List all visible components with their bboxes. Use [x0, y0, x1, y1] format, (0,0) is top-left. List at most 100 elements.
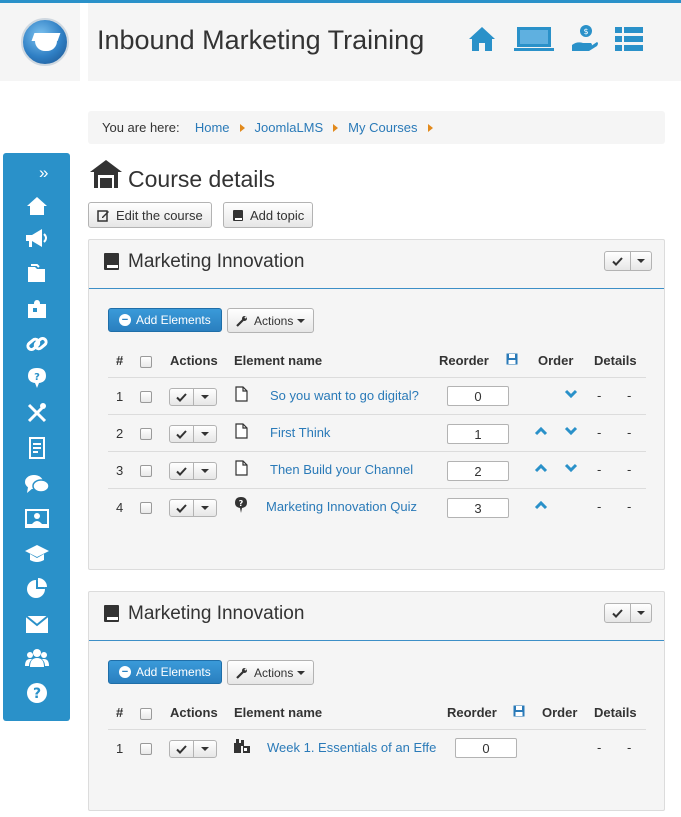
- detail-dash: -: [597, 740, 602, 755]
- breadcrumb: You are here: Home JoomlaLMS My Courses: [88, 111, 665, 144]
- chevron-down-icon: [201, 432, 209, 436]
- puzzle-icon[interactable]: [23, 296, 51, 322]
- clipboard-icon[interactable]: [23, 435, 51, 461]
- document-icon: [235, 423, 248, 439]
- row-checkbox[interactable]: [140, 502, 152, 514]
- site-logo[interactable]: [21, 18, 69, 66]
- col-element-name: Element name: [234, 353, 323, 368]
- folders-icon[interactable]: [23, 261, 51, 287]
- table-row: 2 First Think - -: [108, 414, 646, 451]
- row-actions-button[interactable]: [169, 425, 217, 443]
- detail-dash: -: [627, 425, 632, 440]
- topic-publish-toggle[interactable]: [604, 251, 652, 271]
- save-order-icon[interactable]: [506, 353, 518, 365]
- users-icon[interactable]: [23, 645, 51, 671]
- col-reorder: Reorder: [439, 353, 489, 368]
- move-up-icon[interactable]: [534, 463, 548, 473]
- row-number: 1: [116, 389, 124, 404]
- actions-dropdown[interactable]: Actions: [227, 308, 315, 333]
- check-icon: [176, 503, 187, 513]
- money-hand-icon[interactable]: $: [569, 23, 601, 55]
- megaphone-icon[interactable]: [23, 225, 51, 251]
- home-icon[interactable]: [466, 23, 498, 55]
- reorder-input[interactable]: [447, 424, 509, 444]
- row-actions-button[interactable]: [169, 740, 217, 758]
- table-row: 3 Then Build your Channel - -: [108, 451, 646, 488]
- row-checkbox[interactable]: [140, 391, 152, 403]
- add-elements-button[interactable]: − Add Elements: [108, 660, 222, 684]
- row-number: 2: [116, 426, 124, 441]
- chevron-down-icon: [637, 259, 645, 263]
- presentation-icon[interactable]: [23, 506, 51, 532]
- svg-text:?: ?: [33, 686, 41, 702]
- move-down-icon[interactable]: [564, 463, 578, 473]
- col-num: #: [116, 353, 124, 368]
- element-link[interactable]: So you want to go digital?: [270, 388, 419, 403]
- select-all-checkbox[interactable]: [140, 708, 152, 720]
- element-link[interactable]: Marketing Innovation Quiz: [266, 499, 417, 514]
- help-bubble-icon[interactable]: ?: [23, 365, 51, 391]
- check-icon: [612, 608, 623, 618]
- svg-text:?: ?: [34, 372, 40, 383]
- move-up-icon[interactable]: [534, 426, 548, 436]
- select-all-checkbox[interactable]: [140, 356, 152, 368]
- row-checkbox[interactable]: [140, 465, 152, 477]
- breadcrumb-home[interactable]: Home: [195, 120, 230, 135]
- element-link[interactable]: Then Build your Channel: [270, 462, 413, 477]
- row-actions-button[interactable]: [169, 388, 217, 406]
- wrench-icon: [236, 315, 248, 327]
- link-icon[interactable]: [23, 331, 51, 357]
- page-title: Course details: [128, 166, 276, 192]
- breadcrumb-prefix: You are here:: [102, 120, 180, 135]
- mail-icon[interactable]: [23, 611, 51, 637]
- reorder-input[interactable]: [447, 461, 509, 481]
- wrench-icon: [236, 667, 248, 679]
- pie-chart-icon[interactable]: [23, 575, 51, 601]
- actions-dropdown[interactable]: Actions: [227, 660, 315, 685]
- row-actions-button[interactable]: [169, 499, 217, 517]
- row-actions-button[interactable]: [169, 462, 217, 480]
- site-header: Inbound Marketing Training $: [0, 3, 681, 81]
- move-up-icon[interactable]: [534, 500, 548, 510]
- move-down-icon[interactable]: [564, 389, 578, 399]
- breadcrumb-joomlalms[interactable]: JoomlaLMS: [255, 120, 324, 135]
- topic-publish-toggle[interactable]: [604, 603, 652, 623]
- question-icon[interactable]: ?: [23, 680, 51, 706]
- col-order: Order: [538, 353, 574, 368]
- tools-icon[interactable]: [23, 400, 51, 426]
- detail-dash: -: [627, 499, 632, 514]
- row-checkbox[interactable]: [140, 428, 152, 440]
- home-icon[interactable]: [23, 193, 51, 219]
- row-checkbox[interactable]: [140, 743, 152, 755]
- save-order-icon[interactable]: [513, 705, 525, 717]
- element-link[interactable]: Week 1. Essentials of an Effe: [267, 740, 436, 755]
- edit-course-button[interactable]: Edit the course: [88, 202, 212, 228]
- move-down-icon[interactable]: [564, 426, 578, 436]
- graduation-cap-icon[interactable]: [23, 541, 51, 567]
- element-link[interactable]: First Think: [270, 425, 330, 440]
- list-icon[interactable]: [613, 23, 645, 55]
- chat-icon[interactable]: [23, 471, 51, 497]
- add-elements-button[interactable]: − Add Elements: [108, 308, 222, 332]
- row-number: 1: [116, 741, 124, 756]
- reorder-input[interactable]: [447, 498, 509, 518]
- breadcrumb-my-courses[interactable]: My Courses: [348, 120, 417, 135]
- chevron-down-icon: [201, 506, 209, 510]
- svg-text:$: $: [583, 27, 588, 36]
- topic-title: Marketing Innovation: [128, 251, 305, 272]
- course-home-icon: [90, 160, 122, 188]
- reorder-input[interactable]: [447, 386, 509, 406]
- breadcrumb-separator: [239, 124, 245, 132]
- topic-title: Marketing Innovation: [128, 603, 305, 624]
- topic-header: Marketing Innovation: [89, 592, 664, 641]
- monitor-icon[interactable]: [514, 23, 554, 55]
- col-reorder: Reorder: [447, 705, 497, 720]
- reorder-input[interactable]: [455, 738, 517, 758]
- check-icon: [176, 392, 187, 402]
- check-icon: [612, 256, 623, 266]
- add-topic-button[interactable]: Add topic: [223, 202, 314, 228]
- breadcrumb-separator: [427, 124, 433, 132]
- detail-dash: -: [627, 388, 632, 403]
- sidebar-expand-button[interactable]: »: [39, 163, 48, 183]
- chevron-down-icon: [637, 611, 645, 615]
